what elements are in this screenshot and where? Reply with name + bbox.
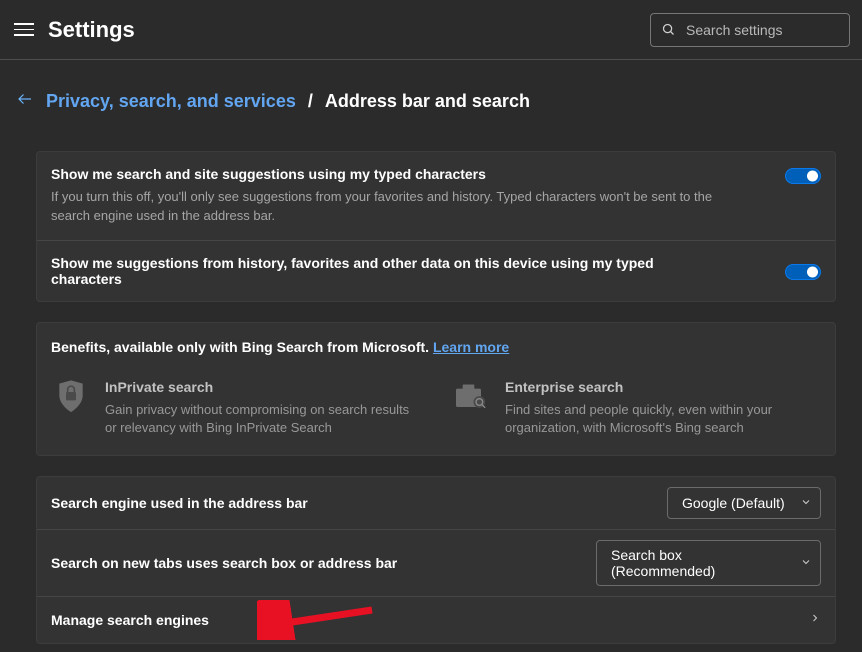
toggle-history-suggestions[interactable] [785, 264, 821, 280]
top-bar: Settings [0, 0, 862, 60]
benefit-enterprise: Enterprise search Find sites and people … [451, 379, 821, 437]
setting-typed-suggestions: Show me search and site suggestions usin… [37, 152, 835, 241]
dropdown-value: Google (Default) [682, 495, 785, 511]
setting-search-engine: Search engine used in the address bar Go… [37, 477, 835, 530]
setting-new-tab-search: Search on new tabs uses search box or ad… [37, 530, 835, 597]
setting-label: Show me suggestions from history, favori… [51, 255, 725, 287]
page-title: Settings [48, 17, 135, 43]
breadcrumb: Privacy, search, and services / Address … [16, 90, 836, 113]
content-area: Privacy, search, and services / Address … [0, 60, 862, 652]
back-arrow-icon[interactable] [16, 90, 34, 113]
search-engine-card: Search engine used in the address bar Go… [36, 476, 836, 644]
setting-description: If you turn this off, you'll only see su… [51, 188, 725, 226]
benefit-description: Find sites and people quickly, even with… [505, 401, 821, 437]
breadcrumb-parent-link[interactable]: Privacy, search, and services [46, 91, 296, 112]
setting-label: Manage search engines [51, 612, 795, 628]
dropdown-value: Search box (Recommended) [611, 547, 786, 579]
hamburger-menu-icon[interactable] [14, 20, 34, 40]
chevron-down-icon [800, 555, 812, 571]
benefits-heading: Benefits, available only with Bing Searc… [51, 339, 821, 355]
setting-label: Show me search and site suggestions usin… [51, 166, 725, 182]
shield-lock-icon [51, 379, 91, 415]
benefits-card: Benefits, available only with Bing Searc… [36, 322, 836, 456]
benefit-title: InPrivate search [105, 379, 421, 395]
dropdown-search-engine[interactable]: Google (Default) [667, 487, 821, 519]
benefits-heading-text: Benefits, available only with Bing Searc… [51, 339, 429, 355]
benefit-title: Enterprise search [505, 379, 821, 395]
manage-search-engines-row[interactable]: Manage search engines [37, 597, 835, 643]
search-box[interactable] [650, 13, 850, 47]
chevron-right-icon [809, 611, 821, 629]
learn-more-link[interactable]: Learn more [433, 339, 509, 355]
search-input[interactable] [686, 22, 839, 38]
suggestions-card: Show me search and site suggestions usin… [36, 151, 836, 302]
setting-history-suggestions: Show me suggestions from history, favori… [37, 241, 835, 301]
search-icon [661, 22, 676, 37]
toggle-typed-suggestions[interactable] [785, 168, 821, 184]
dropdown-new-tab-search[interactable]: Search box (Recommended) [596, 540, 821, 586]
setting-label: Search engine used in the address bar [51, 495, 653, 511]
benefit-description: Gain privacy without compromising on sea… [105, 401, 421, 437]
breadcrumb-current: Address bar and search [325, 91, 530, 112]
breadcrumb-separator: / [308, 91, 313, 112]
setting-label: Search on new tabs uses search box or ad… [51, 555, 582, 571]
benefit-inprivate: InPrivate search Gain privacy without co… [51, 379, 421, 437]
chevron-down-icon [800, 495, 812, 511]
briefcase-search-icon [451, 379, 491, 415]
